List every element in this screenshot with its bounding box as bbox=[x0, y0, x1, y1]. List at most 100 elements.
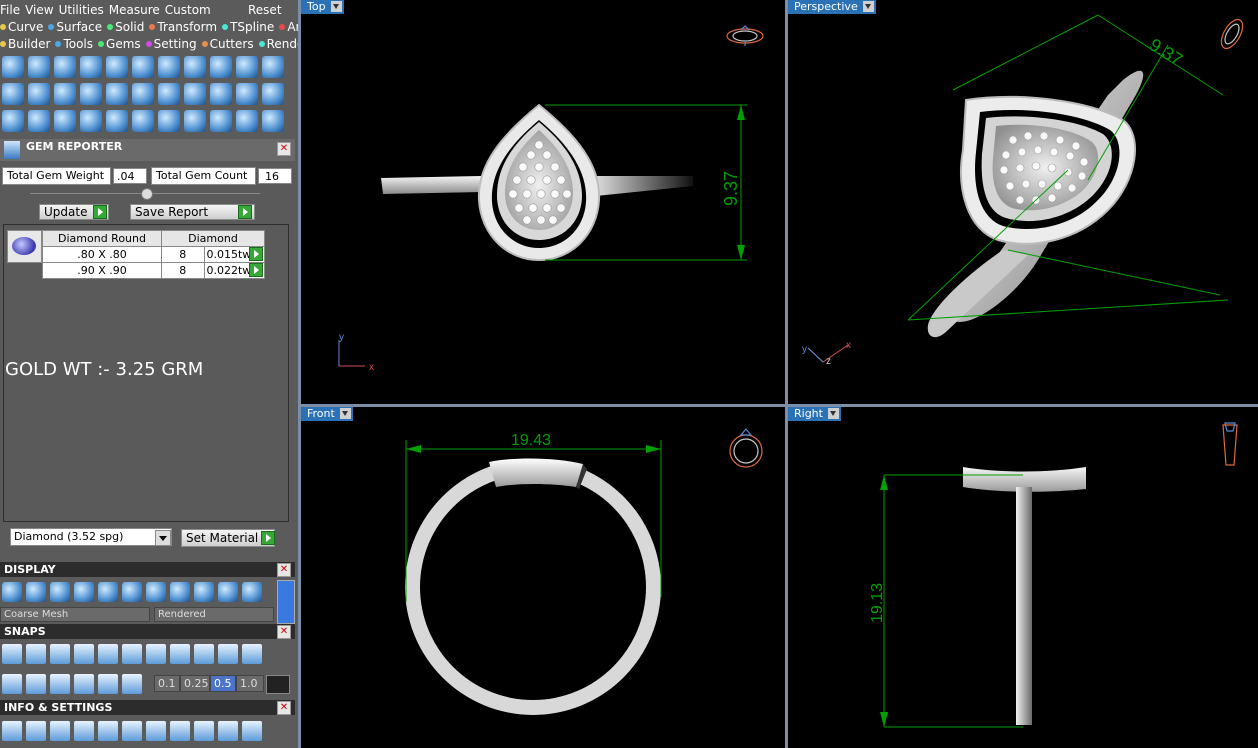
toolbar-tab-setting[interactable]: Setting bbox=[145, 37, 197, 51]
tool-icon[interactable] bbox=[26, 721, 46, 741]
toolbar-tab-builder[interactable]: Builder bbox=[0, 37, 50, 51]
tool-icon[interactable] bbox=[50, 721, 70, 741]
tool-icon[interactable] bbox=[236, 83, 258, 105]
splitter-handle-icon[interactable] bbox=[141, 188, 153, 200]
snap-value-0-5[interactable]: 0.5 bbox=[210, 675, 236, 692]
toolbar-tab-surface[interactable]: Surface bbox=[48, 20, 102, 34]
tool-icon[interactable] bbox=[132, 56, 154, 78]
tool-icon[interactable] bbox=[122, 674, 142, 694]
display-close-button[interactable]: ✕ bbox=[277, 563, 291, 577]
tool-icon[interactable] bbox=[170, 721, 190, 741]
info-close-button[interactable]: ✕ bbox=[277, 701, 291, 715]
tool-icon[interactable] bbox=[210, 110, 232, 132]
menu-custom[interactable]: Custom bbox=[165, 3, 211, 17]
toolbar-tab-render[interactable]: Render bbox=[258, 37, 298, 51]
tool-icon[interactable] bbox=[184, 110, 206, 132]
tool-icon[interactable] bbox=[2, 110, 24, 132]
save-report-go-icon[interactable] bbox=[238, 205, 252, 219]
tool-icon[interactable] bbox=[218, 721, 238, 741]
tool-icon[interactable] bbox=[2, 644, 22, 664]
tool-icon[interactable] bbox=[146, 582, 166, 602]
toolbar-tab-gems[interactable]: Gems bbox=[98, 37, 141, 51]
tool-icon[interactable] bbox=[262, 56, 284, 78]
tool-icon[interactable] bbox=[2, 582, 22, 602]
tool-icon[interactable] bbox=[74, 582, 94, 602]
tool-icon[interactable] bbox=[74, 721, 94, 741]
toolbar-tab-tspline[interactable]: TSpline bbox=[222, 20, 274, 34]
tool-icon[interactable] bbox=[218, 582, 238, 602]
tool-icon[interactable] bbox=[158, 56, 180, 78]
set-material-go-icon[interactable] bbox=[261, 531, 275, 545]
tool-icon[interactable] bbox=[54, 110, 76, 132]
update-go-icon[interactable] bbox=[93, 205, 107, 219]
tool-icon[interactable] bbox=[210, 83, 232, 105]
toolbar-tab-art[interactable]: Art bbox=[279, 20, 298, 34]
tool-icon[interactable] bbox=[26, 582, 46, 602]
tool-icon[interactable] bbox=[98, 644, 118, 664]
tool-icon[interactable] bbox=[106, 83, 128, 105]
menu-reset[interactable]: Reset bbox=[248, 3, 282, 17]
tool-icon[interactable] bbox=[158, 83, 180, 105]
tool-icon[interactable] bbox=[262, 83, 284, 105]
menu-file[interactable]: File bbox=[0, 3, 20, 17]
tool-icon[interactable] bbox=[74, 644, 94, 664]
viewport-front[interactable]: Front 19.43 bbox=[301, 407, 785, 748]
menu-utilities[interactable]: Utilities bbox=[59, 3, 104, 17]
tool-icon[interactable] bbox=[28, 110, 50, 132]
tool-icon[interactable] bbox=[28, 56, 50, 78]
tool-icon[interactable] bbox=[158, 110, 180, 132]
tool-icon[interactable] bbox=[2, 56, 24, 78]
display-toggle-button[interactable] bbox=[277, 580, 295, 624]
tool-icon[interactable] bbox=[242, 582, 262, 602]
row-2-select-icon[interactable] bbox=[249, 263, 263, 277]
tool-icon[interactable] bbox=[50, 582, 70, 602]
gem-reporter-close-button[interactable]: ✕ bbox=[277, 142, 291, 156]
chevron-down-icon[interactable] bbox=[155, 530, 171, 546]
tool-icon[interactable] bbox=[242, 721, 262, 741]
tool-icon[interactable] bbox=[210, 56, 232, 78]
tool-icon[interactable] bbox=[146, 644, 166, 664]
tool-icon[interactable] bbox=[184, 83, 206, 105]
tool-icon[interactable] bbox=[26, 644, 46, 664]
tool-icon[interactable] bbox=[80, 110, 102, 132]
tool-icon[interactable] bbox=[218, 644, 238, 664]
tool-icon[interactable] bbox=[98, 721, 118, 741]
tool-icon[interactable] bbox=[170, 644, 190, 664]
menu-measure[interactable]: Measure bbox=[109, 3, 160, 17]
tool-icon[interactable] bbox=[28, 83, 50, 105]
tool-icon[interactable] bbox=[74, 674, 94, 694]
viewport-top[interactable]: Top 9.37 y x bbox=[301, 0, 785, 404]
tool-icon[interactable] bbox=[122, 644, 142, 664]
tool-icon[interactable] bbox=[122, 582, 142, 602]
tool-icon[interactable] bbox=[54, 56, 76, 78]
toolbar-tab-cutters[interactable]: Cutters bbox=[201, 37, 254, 51]
tool-icon[interactable] bbox=[146, 721, 166, 741]
tool-icon[interactable] bbox=[98, 674, 118, 694]
tool-icon[interactable] bbox=[122, 721, 142, 741]
tool-icon[interactable] bbox=[2, 83, 24, 105]
toolbar-tab-curve[interactable]: Curve bbox=[0, 20, 43, 34]
toolbar-tab-tools[interactable]: Tools bbox=[55, 37, 93, 51]
tool-icon[interactable] bbox=[2, 674, 22, 694]
tool-icon[interactable] bbox=[194, 644, 214, 664]
tool-icon[interactable] bbox=[170, 582, 190, 602]
tool-icon[interactable] bbox=[50, 674, 70, 694]
row-1-select-icon[interactable] bbox=[249, 247, 263, 261]
tool-icon[interactable] bbox=[2, 721, 22, 741]
tool-icon[interactable] bbox=[106, 56, 128, 78]
tool-icon[interactable] bbox=[80, 56, 102, 78]
tool-icon[interactable] bbox=[236, 56, 258, 78]
toolbar-tab-transform[interactable]: Transform bbox=[149, 20, 217, 34]
viewport-perspective[interactable]: Perspective 9.37 y z x bbox=[788, 0, 1258, 404]
viewport-right[interactable]: Right 19.13 bbox=[788, 407, 1258, 748]
menu-view[interactable]: View bbox=[25, 3, 53, 17]
tool-icon[interactable] bbox=[50, 644, 70, 664]
save-report-button[interactable]: Save Report bbox=[130, 204, 255, 220]
tool-icon[interactable] bbox=[54, 83, 76, 105]
grid-snap-icon[interactable] bbox=[266, 675, 290, 694]
tool-icon[interactable] bbox=[242, 644, 262, 664]
tool-icon[interactable] bbox=[184, 56, 206, 78]
tool-icon[interactable] bbox=[132, 83, 154, 105]
total-gem-weight-field[interactable]: .04 bbox=[113, 168, 147, 184]
material-select[interactable]: Diamond (3.52 spg) bbox=[10, 528, 172, 546]
